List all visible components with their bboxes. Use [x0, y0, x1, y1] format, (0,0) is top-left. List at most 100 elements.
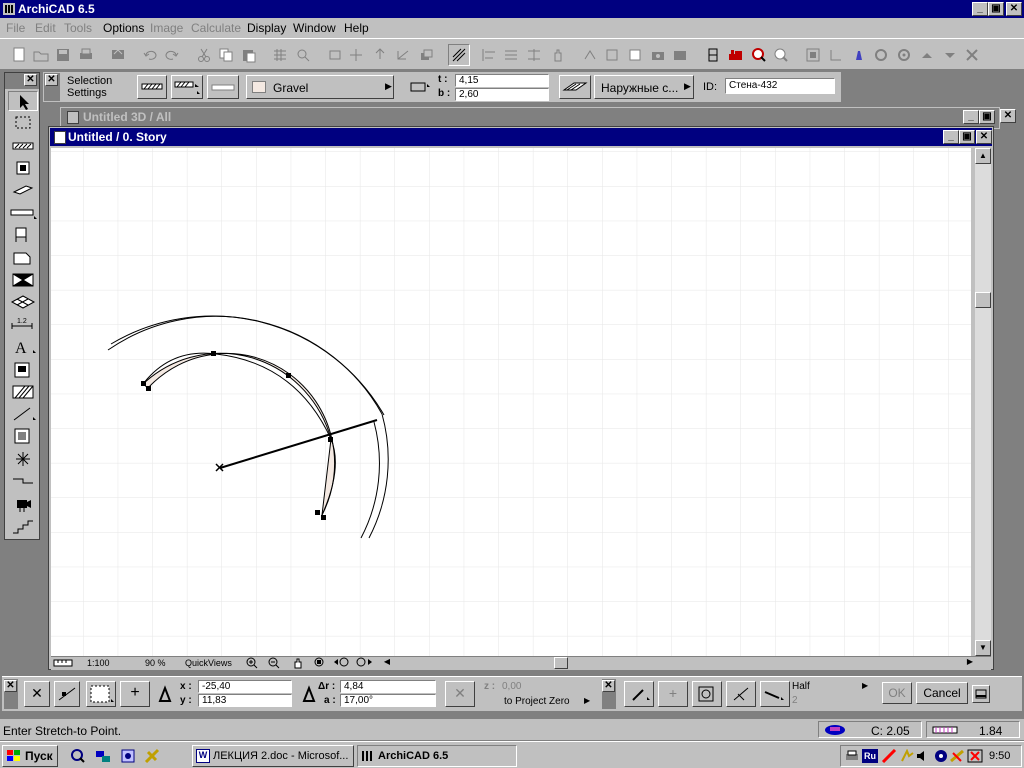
copy-icon[interactable]	[216, 45, 236, 65]
tool-label[interactable]	[8, 360, 38, 380]
maximize-button[interactable]: ▣	[988, 2, 1004, 16]
control-box-close-button[interactable]: ✕	[4, 680, 17, 692]
menu-image[interactable]: Image	[150, 21, 183, 35]
tool-roof[interactable]	[8, 270, 38, 290]
previous-zoom-icon[interactable]	[333, 657, 351, 669]
tool-stair[interactable]	[8, 517, 38, 537]
menu-display[interactable]: Display	[247, 21, 286, 35]
scale-value[interactable]: 1:100	[87, 658, 110, 668]
coordinates-close-button[interactable]: ✕	[602, 680, 615, 692]
chevron-right-icon[interactable]: ▶	[862, 681, 868, 690]
print-icon[interactable]	[76, 45, 96, 65]
align-icon[interactable]	[479, 45, 499, 65]
plan-drawing[interactable]	[51, 148, 971, 656]
grid-icon[interactable]	[270, 45, 290, 65]
special-snap-icon[interactable]	[726, 681, 756, 707]
menu-tools[interactable]: Tools	[64, 21, 92, 35]
menu-options[interactable]: Options	[103, 21, 144, 35]
zoom-out-icon[interactable]	[771, 45, 791, 65]
hotspot[interactable]	[211, 351, 216, 356]
menu-calculate[interactable]: Calculate	[191, 21, 241, 35]
snap-mode-icon[interactable]	[54, 681, 80, 707]
scroll-down-icon[interactable]: ▼	[975, 640, 991, 656]
relative-construction-icon[interactable]: +	[120, 681, 150, 707]
tool-hotspot[interactable]	[8, 449, 38, 469]
elevate-icon[interactable]	[416, 45, 436, 65]
to-project-zero[interactable]: to Project Zero	[504, 696, 570, 707]
thickness-field[interactable]: 4,15	[455, 74, 549, 87]
zoom-out-icon[interactable]	[267, 657, 281, 669]
close-tray-icon[interactable]	[967, 749, 983, 763]
vertical-scrollbar[interactable]: ▲ ▼	[975, 148, 991, 656]
delete-icon[interactable]	[962, 45, 982, 65]
camera-icon[interactable]	[8, 494, 38, 514]
layer-icon[interactable]	[602, 45, 622, 65]
plan-close-button[interactable]: ✕	[976, 130, 992, 144]
wall-method-button[interactable]	[207, 75, 239, 99]
horizontal-scroll-thumb[interactable]	[554, 657, 568, 669]
window-3d-close-button[interactable]: ✕	[1000, 109, 1016, 123]
tool-column[interactable]	[8, 158, 38, 178]
layer-selector[interactable]: Наружные с... ▶	[594, 75, 694, 99]
zoom-value[interactable]: 90 %	[145, 658, 166, 668]
red-tray-icon[interactable]	[881, 748, 897, 764]
hotspot[interactable]	[315, 510, 320, 515]
tool-line[interactable]	[8, 404, 38, 424]
x-coordinate-field[interactable]: -25,40	[198, 680, 292, 693]
drag-icon[interactable]	[346, 45, 366, 65]
gear-icon[interactable]	[871, 45, 891, 65]
hotspot[interactable]	[328, 437, 333, 442]
fill-icon[interactable]	[625, 45, 645, 65]
material-selector[interactable]: Gravel ▶	[246, 75, 394, 99]
hand-icon[interactable]	[548, 45, 568, 65]
infobox-close-button[interactable]: ✕	[45, 74, 58, 86]
tool-fill[interactable]	[8, 382, 38, 402]
open-folder-icon[interactable]	[31, 45, 51, 65]
hotspot[interactable]	[286, 373, 291, 378]
fit-in-window-icon[interactable]	[313, 657, 327, 669]
window-3d-maximize-button[interactable]: ▣	[979, 110, 995, 124]
quickviews-button[interactable]: QuickViews	[185, 658, 232, 668]
tool-window[interactable]	[8, 203, 38, 223]
drawing-canvas[interactable]	[51, 148, 971, 656]
paste-icon[interactable]	[239, 45, 259, 65]
arrow-up-icon[interactable]	[917, 45, 937, 65]
mirror-icon[interactable]	[393, 45, 413, 65]
tool-section[interactable]	[8, 471, 38, 491]
selection-settings-label[interactable]: Selection Settings	[67, 75, 112, 99]
zoom-in-icon[interactable]	[749, 45, 769, 65]
outlook-icon[interactable]	[120, 748, 136, 764]
hotspot[interactable]	[321, 515, 326, 520]
network-icon[interactable]	[94, 748, 112, 764]
grid-snap-icon[interactable]	[86, 681, 116, 707]
base-field[interactable]: 2,60	[455, 88, 549, 101]
task-archicad[interactable]: ArchiCAD 6.5	[357, 745, 517, 767]
add-point-icon[interactable]: +	[658, 681, 688, 707]
y-coordinate-field[interactable]: 11,83	[198, 694, 292, 707]
find-select-icon[interactable]	[293, 45, 313, 65]
window-3d-minimize-button[interactable]: _	[963, 110, 979, 124]
tool-beam[interactable]	[8, 180, 38, 200]
radius-field[interactable]: 4,84	[340, 680, 436, 693]
tool-mesh[interactable]	[8, 292, 38, 312]
zoom-in-icon[interactable]	[245, 657, 259, 669]
tool-dimension[interactable]: 1.2	[8, 314, 38, 334]
minimize-button[interactable]: _	[972, 2, 988, 16]
distribute-icon[interactable]	[501, 45, 521, 65]
toolbox-close-button[interactable]: ✕	[24, 74, 37, 86]
volume-tray-icon[interactable]	[915, 749, 931, 763]
menu-edit[interactable]: Edit	[35, 21, 56, 35]
hotspot[interactable]	[141, 381, 146, 386]
menu-window[interactable]: Window	[293, 21, 336, 35]
edit-mode-icon[interactable]	[624, 681, 654, 707]
wall-geometry-button[interactable]	[171, 75, 203, 99]
pencil-icon[interactable]	[849, 45, 869, 65]
tool-wall[interactable]	[8, 136, 38, 156]
plan-maximize-button[interactable]: ▣	[959, 130, 975, 144]
scroll-up-icon[interactable]: ▲	[975, 148, 991, 164]
camera-icon[interactable]	[648, 45, 668, 65]
scroll-thumb[interactable]	[975, 292, 991, 308]
explorer-icon[interactable]	[70, 748, 86, 764]
magic-wand-icon[interactable]	[692, 681, 722, 707]
gravity-icon[interactable]	[448, 44, 470, 66]
